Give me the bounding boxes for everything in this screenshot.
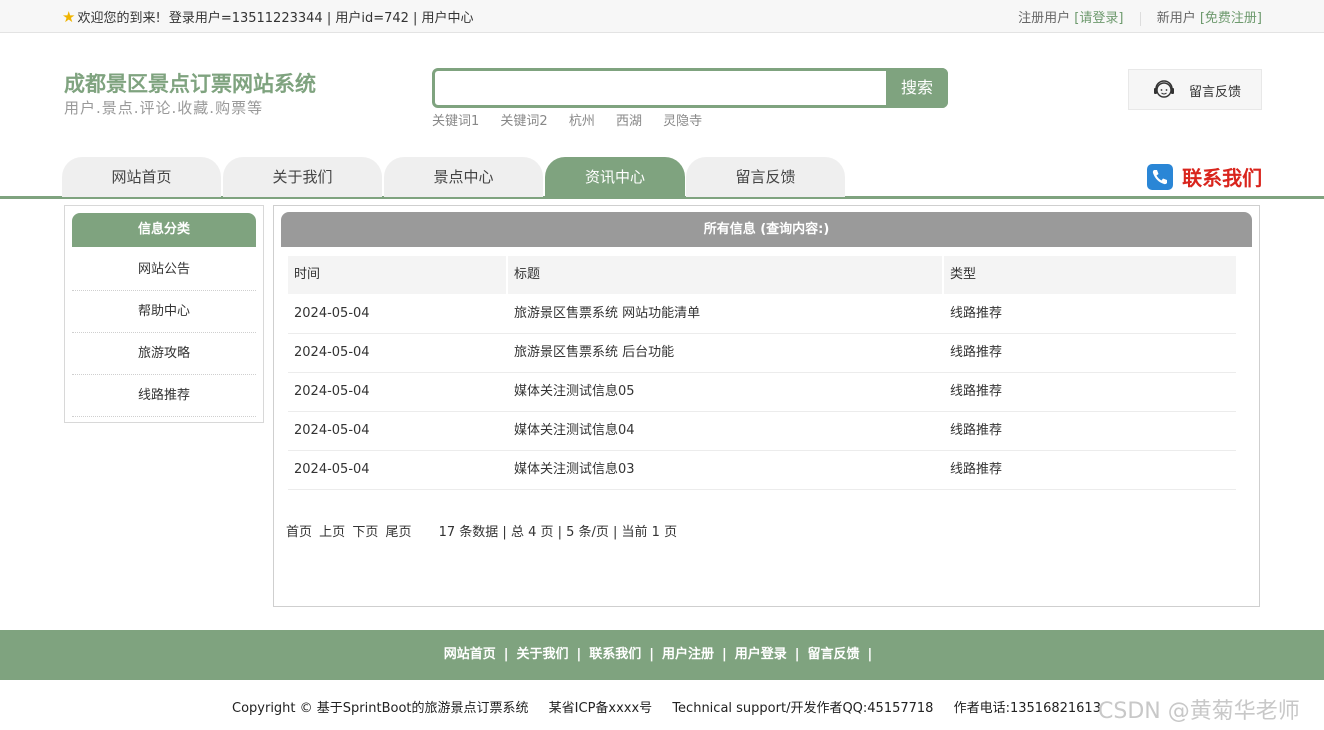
footer-nav: 网站首页 | 关于我们 | 联系我们 | 用户注册 | 用户登录 | 留言反馈 | [0, 630, 1324, 680]
row-date: 2024-05-04 [294, 372, 370, 411]
nav-tab-attractions[interactable]: 景点中心 [384, 157, 543, 197]
row-title-link[interactable]: 媒体关注测试信息04 [514, 411, 635, 450]
search-box: 搜索 [432, 68, 948, 108]
row-date: 2024-05-04 [294, 450, 370, 489]
nav-tab-about[interactable]: 关于我们 [223, 157, 382, 197]
welcome-text: 欢迎您的到来! [77, 11, 160, 26]
divider [1140, 12, 1141, 26]
footer-separator: | [868, 647, 873, 662]
footer-link-contact[interactable]: 联系我们 [589, 647, 641, 662]
hot-keywords: 关键词1 关键词2 杭州 西湖 灵隐寺 [432, 110, 719, 129]
feedback-shortcut[interactable]: 留言反馈 [1128, 69, 1262, 110]
footer-separator: | [722, 647, 727, 662]
row-title-link[interactable]: 媒体关注测试信息03 [514, 450, 635, 489]
row-type: 线路推荐 [950, 450, 1002, 489]
footer-link-register[interactable]: 用户注册 [662, 647, 714, 662]
footer-link-login[interactable]: 用户登录 [735, 647, 787, 662]
prev-page-link[interactable]: 上页 [319, 525, 345, 540]
column-header-type: 类型 [944, 256, 1236, 294]
sidebar-item-announcements[interactable]: 网站公告 [72, 249, 256, 291]
sidebar-item-routes[interactable]: 线路推荐 [72, 375, 256, 417]
search-button[interactable]: 搜索 [886, 68, 948, 108]
feedback-label: 留言反馈 [1189, 81, 1241, 100]
support-text: Technical support/开发作者QQ:45157718 [672, 701, 933, 716]
account-links: 注册用户 [请登录] 新用户 [免费注册] [1018, 7, 1262, 26]
column-header-title: 标题 [508, 256, 942, 294]
pagination: 首页 上页 下页 尾页 17 条数据 | 总 4 页 | 5 条/页 | 当前 … [286, 521, 677, 540]
footer-link-about[interactable]: 关于我们 [516, 647, 568, 662]
row-title-link[interactable]: 旅游景区售票系统 网站功能清单 [514, 294, 700, 333]
last-page-link[interactable]: 尾页 [385, 525, 411, 540]
site-title: 成都景区景点订票网站系统 [64, 68, 316, 98]
site-subtitle: 用户.景点.评论.收藏.购票等 [64, 97, 263, 118]
star-icon: ★ [62, 8, 75, 26]
table-row[interactable]: 2024-05-04 旅游景区售票系统 后台功能 线路推荐 [288, 333, 1236, 373]
nav-tab-home[interactable]: 网站首页 [62, 157, 221, 197]
row-date: 2024-05-04 [294, 294, 370, 333]
copyright-line: Copyright © 基于SprintBoot的旅游景点订票系统 某省ICP备… [232, 697, 1117, 716]
login-link[interactable]: [请登录] [1074, 11, 1123, 26]
top-bar: ★欢迎您的到来! 登录用户=13511223344 | 用户id=742 | 用… [0, 0, 1324, 33]
keyword-link[interactable]: 杭州 [569, 114, 595, 129]
info-list-panel: 所有信息 (查询内容:) 时间 标题 类型 2024-05-04 旅游景区售票系… [273, 205, 1260, 607]
row-type: 线路推荐 [950, 294, 1002, 333]
footer-separator: | [504, 647, 509, 662]
phone-text: 作者电话:13516821613 [954, 701, 1101, 716]
table-row[interactable]: 2024-05-04 媒体关注测试信息03 线路推荐 [288, 450, 1236, 490]
row-type: 线路推荐 [950, 333, 1002, 372]
panel-title: 所有信息 (查询内容:) [281, 212, 1252, 247]
row-date: 2024-05-04 [294, 333, 370, 372]
headset-icon [1151, 76, 1177, 102]
footer-link-home[interactable]: 网站首页 [444, 647, 496, 662]
row-type: 线路推荐 [950, 372, 1002, 411]
table-row[interactable]: 2024-05-04 媒体关注测试信息04 线路推荐 [288, 411, 1236, 451]
watermark: CSDN @黄菊华老师 [1098, 693, 1300, 725]
category-sidebar: 信息分类 网站公告 帮助中心 旅游攻略 线路推荐 [64, 205, 264, 423]
row-type: 线路推荐 [950, 411, 1002, 450]
new-user-label: 新用户 [1157, 11, 1196, 26]
table-row[interactable]: 2024-05-04 媒体关注测试信息05 线路推荐 [288, 372, 1236, 412]
search-input[interactable] [437, 73, 887, 105]
contact-us[interactable]: 联系我们 [1146, 162, 1262, 190]
footer-separator: | [795, 647, 800, 662]
column-header-time: 时间 [288, 256, 506, 294]
row-title-link[interactable]: 媒体关注测试信息05 [514, 372, 635, 411]
nav-tab-news[interactable]: 资讯中心 [545, 157, 685, 197]
copyright-text: Copyright © 基于SprintBoot的旅游景点订票系统 [232, 701, 529, 716]
row-date: 2024-05-04 [294, 411, 370, 450]
free-register-link[interactable]: [免费注册] [1200, 11, 1262, 26]
keyword-link[interactable]: 灵隐寺 [663, 114, 702, 129]
icp-text: 某省ICP备xxxx号 [549, 701, 653, 716]
keyword-link[interactable]: 西湖 [616, 114, 642, 129]
keyword-link[interactable]: 关键词2 [500, 114, 547, 129]
register-user-label: 注册用户 [1018, 11, 1070, 26]
sidebar-title: 信息分类 [72, 213, 256, 247]
phone-icon [1146, 163, 1174, 191]
footer-separator: | [576, 647, 581, 662]
table-row[interactable]: 2024-05-04 旅游景区售票系统 网站功能清单 线路推荐 [288, 294, 1236, 334]
footer-link-feedback[interactable]: 留言反馈 [808, 647, 860, 662]
sidebar-item-help[interactable]: 帮助中心 [72, 291, 256, 333]
login-info[interactable]: 登录用户=13511223344 | 用户id=742 | 用户中心 [169, 11, 474, 26]
footer-separator: | [649, 647, 654, 662]
row-title-link[interactable]: 旅游景区售票系统 后台功能 [514, 333, 674, 372]
welcome-area: ★欢迎您的到来! 登录用户=13511223344 | 用户id=742 | 用… [62, 7, 474, 26]
contact-label: 联系我们 [1182, 166, 1262, 190]
keyword-link[interactable]: 关键词1 [432, 114, 479, 129]
sidebar-item-guides[interactable]: 旅游攻略 [72, 333, 256, 375]
first-page-link[interactable]: 首页 [286, 525, 312, 540]
table-header: 时间 标题 类型 [288, 256, 1236, 294]
next-page-link[interactable]: 下页 [352, 525, 378, 540]
nav-tab-feedback[interactable]: 留言反馈 [686, 157, 845, 197]
pagination-info: 17 条数据 | 总 4 页 | 5 条/页 | 当前 1 页 [439, 525, 677, 540]
